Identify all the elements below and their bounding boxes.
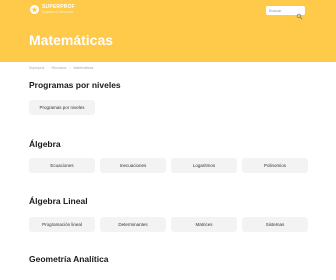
breadcrumb-separator: ›: [47, 66, 49, 70]
topic-chip-inecuaciones[interactable]: Inecuaciones: [100, 158, 166, 173]
star-icon: [30, 5, 39, 15]
section-title-geometria-analitica: Geometría Analítica: [29, 254, 109, 264]
breadcrumb-item-current: Matemáticas: [73, 66, 94, 70]
breadcrumb: Superprof › Recursos › Matemáticas: [29, 66, 93, 71]
search-input[interactable]: Buscar: [266, 6, 305, 20]
logo-text: SUPERPROF Superprof Recursos: [42, 5, 75, 15]
breadcrumb-item-recursos[interactable]: Recursos: [52, 66, 67, 70]
page-title: Matemáticas: [29, 32, 114, 48]
topic-chip-determinantes[interactable]: Determinantes: [100, 217, 166, 232]
topic-chip-logaritmos[interactable]: Logaritmos: [171, 158, 237, 173]
topic-chip-ecuaciones[interactable]: Ecuaciones: [29, 158, 95, 173]
section-title-programas: Programas por niveles: [29, 80, 121, 90]
superprof-logo[interactable]: SUPERPROF Superprof Recursos: [30, 5, 75, 15]
header-hero: SUPERPROF Superprof Recursos Buscar Mate…: [0, 0, 336, 62]
search-placeholder: Buscar: [269, 8, 282, 13]
topic-chip-polinomios[interactable]: Polinomios: [242, 158, 308, 173]
topic-chip-matrices[interactable]: Matrices: [171, 217, 237, 232]
breadcrumb-separator: ›: [69, 66, 71, 70]
breadcrumb-item-superprof[interactable]: Superprof: [29, 66, 44, 70]
topic-chip-programacion-lineal[interactable]: Programación lineal: [29, 217, 95, 232]
section-title-algebra: Álgebra: [29, 139, 61, 149]
search-icon[interactable]: [296, 7, 303, 20]
logo-subtitle: Superprof Recursos: [42, 10, 74, 14]
section-title-algebra-lineal: Álgebra Lineal: [29, 196, 88, 206]
topic-chip-sistemas[interactable]: Sistemas: [242, 217, 308, 232]
topic-chip-programas-por-niveles[interactable]: Programas por niveles: [29, 100, 95, 115]
